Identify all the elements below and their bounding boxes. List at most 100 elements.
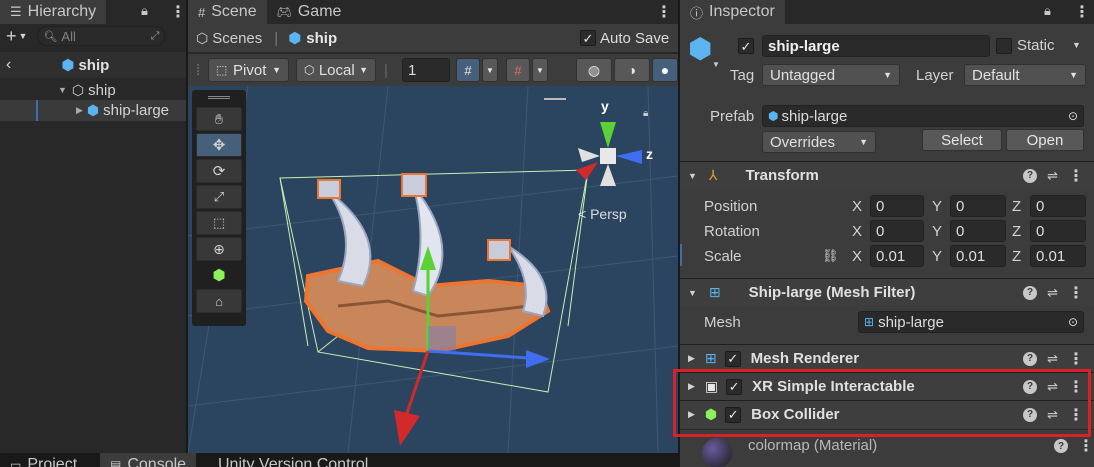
list-item[interactable]: ▶ ⬢ ship-large bbox=[0, 100, 186, 121]
hand-tool-button[interactable]: ✋︎ bbox=[196, 107, 242, 131]
position-y-input[interactable]: 0 bbox=[950, 195, 1006, 217]
unlit-button[interactable]: ● bbox=[652, 58, 678, 82]
increment-snap-dropdown[interactable]: ▼ bbox=[532, 58, 548, 82]
collider-tool-button[interactable]: ⬢ bbox=[196, 263, 242, 287]
component-menu-icon[interactable]: ⋮ bbox=[1068, 349, 1084, 369]
tag-dropdown[interactable]: Untagged ▼ bbox=[762, 64, 900, 86]
select-button[interactable]: Select bbox=[922, 129, 1002, 151]
list-item[interactable]: ▼ ⬡ ship bbox=[0, 80, 186, 100]
position-z-input[interactable]: 0 bbox=[1030, 195, 1086, 217]
mesh-asset-field[interactable]: ⊞ ship-large ⊙ bbox=[858, 311, 1084, 333]
breadcrumb-ship[interactable]: ship bbox=[306, 30, 337, 47]
increment-snap-button[interactable]: # bbox=[506, 58, 530, 82]
scale-icon: ⤢ bbox=[213, 189, 225, 204]
chevron-right-icon[interactable]: ▶ bbox=[76, 105, 83, 116]
lock-icon[interactable]: 🔒︎ bbox=[1044, 3, 1051, 19]
help-icon[interactable]: ? bbox=[1023, 379, 1038, 394]
rotation-z-input[interactable]: 0 bbox=[1030, 220, 1086, 242]
help-icon[interactable]: ? bbox=[1023, 407, 1038, 422]
mesh-renderer-component-header[interactable]: ▶ ⊞ ✓ Mesh Renderer ? ⇌ ⋮ bbox=[680, 344, 1094, 372]
transform-tool-button[interactable]: ⊕ bbox=[196, 237, 242, 261]
scene-menu-icon[interactable]: ⋮ bbox=[656, 2, 672, 22]
scale-x-input[interactable]: 0.01 bbox=[870, 245, 924, 267]
presets-icon[interactable]: ⇌ bbox=[1047, 285, 1058, 301]
tab-game[interactable]: 🎮︎ Game bbox=[267, 0, 352, 24]
lock-icon[interactable]: 🔒︎ bbox=[643, 108, 648, 119]
xr-interactable-enabled-checkbox[interactable]: ✓ bbox=[726, 378, 743, 395]
presets-icon[interactable]: ⇌ bbox=[1047, 168, 1058, 184]
tab-hierarchy[interactable]: ☰ Hierarchy bbox=[0, 0, 107, 24]
open-button[interactable]: Open bbox=[1006, 129, 1084, 151]
overlay-grip[interactable] bbox=[208, 96, 230, 99]
component-menu-icon[interactable]: ⋮ bbox=[1068, 283, 1084, 303]
move-tool-button[interactable]: ✥ bbox=[196, 133, 242, 157]
chevron-down-icon[interactable]: ▼ bbox=[1072, 40, 1081, 50]
wireframe-shading-button[interactable]: ◍ bbox=[576, 58, 612, 82]
mesh-filter-component-header[interactable]: ▼ ⊞ Ship-large (Mesh Filter) ? ⇌ ⋮ bbox=[680, 278, 1094, 306]
help-icon[interactable]: ? bbox=[1023, 351, 1038, 366]
rotation-x-input[interactable]: 0 bbox=[870, 220, 924, 242]
object-name-field[interactable]: ship-large bbox=[762, 35, 990, 57]
shaded-button[interactable]: ◑ bbox=[614, 58, 650, 82]
help-icon[interactable]: ? bbox=[1023, 285, 1038, 300]
box-collider-enabled-checkbox[interactable]: ✓ bbox=[725, 406, 742, 423]
presets-icon[interactable]: ⇌ bbox=[1047, 407, 1058, 423]
help-icon[interactable]: ? bbox=[1054, 439, 1068, 453]
material-menu-icon[interactable]: ⋮ bbox=[1078, 436, 1094, 456]
object-picker-icon[interactable]: ⊙ bbox=[1068, 109, 1078, 123]
chevron-down-icon[interactable]: ▼ bbox=[712, 60, 720, 69]
lock-icon[interactable]: 🔒︎ bbox=[141, 3, 148, 19]
breadcrumb-scenes[interactable]: Scenes bbox=[212, 30, 262, 47]
chevron-down-icon[interactable]: ▼ bbox=[58, 85, 67, 95]
breadcrumb: ⬡ Scenes | ⬢ ship ✓ Auto Save bbox=[188, 24, 678, 52]
overlay-grip[interactable] bbox=[544, 98, 566, 100]
xr-simple-interactable-component-header[interactable]: ▶ ▣ ✓ XR Simple Interactable ? ⇌ ⋮ bbox=[680, 372, 1094, 400]
scale-z-input[interactable]: 0.01 bbox=[1030, 245, 1086, 267]
auto-save-checkbox[interactable]: ✓ bbox=[580, 30, 596, 46]
component-menu-icon[interactable]: ⋮ bbox=[1068, 405, 1084, 425]
tab-scene[interactable]: # Scene bbox=[188, 0, 267, 24]
add-icon[interactable]: + bbox=[6, 26, 17, 47]
component-menu-icon[interactable]: ⋮ bbox=[1068, 377, 1084, 397]
prefab-asset-field[interactable]: ⬢ ship-large ⊙ bbox=[762, 105, 1084, 127]
static-checkbox[interactable] bbox=[996, 38, 1012, 54]
scale-y-input[interactable]: 0.01 bbox=[950, 245, 1006, 267]
scene-viewport[interactable]: y z < Persp 🔒︎ ✋︎ ✥ ⟳ ⤢ ⬚ ⊕ ⬢ ⌂ bbox=[188, 86, 678, 453]
help-icon[interactable]: ? bbox=[1023, 168, 1038, 183]
presets-icon[interactable]: ⇌ bbox=[1047, 379, 1058, 395]
tab-console[interactable]: ▤ Console bbox=[100, 453, 197, 467]
tab-inspector[interactable]: ⓘ Inspector bbox=[680, 0, 785, 24]
rotation-y-input[interactable]: 0 bbox=[950, 220, 1006, 242]
pivot-dropdown[interactable]: ⬚ Pivot ▼ bbox=[208, 58, 289, 82]
hierarchy-search-input[interactable]: 🔍︎ All ⤢ bbox=[37, 26, 166, 46]
presets-icon[interactable]: ⇌ bbox=[1047, 351, 1058, 367]
grid-snap-dropdown[interactable]: ▼ bbox=[482, 58, 498, 82]
position-x-input[interactable]: 0 bbox=[870, 195, 924, 217]
box-collider-component-header[interactable]: ▶ ⬢ ✓ Box Collider ? ⇌ ⋮ bbox=[680, 400, 1094, 428]
chevron-down-icon[interactable]: ▼ bbox=[19, 31, 28, 41]
inspector-menu-icon[interactable]: ⋮ bbox=[1074, 2, 1090, 22]
rotate-tool-button[interactable]: ⟳ bbox=[196, 159, 242, 183]
link-scale-icon[interactable]: ⛓︎ bbox=[822, 248, 839, 264]
transform-component-header[interactable]: ▼ ⅄ Transform ? ⇌ ⋮ bbox=[680, 161, 1094, 189]
component-menu-icon[interactable]: ⋮ bbox=[1068, 166, 1084, 186]
custom-tool-button[interactable]: ⌂ bbox=[196, 289, 242, 313]
rect-tool-button[interactable]: ⬚ bbox=[196, 211, 242, 235]
persp-label[interactable]: < Persp bbox=[578, 206, 627, 222]
mesh-label: Mesh bbox=[704, 314, 741, 331]
grid-size-input[interactable]: 1 bbox=[402, 58, 450, 82]
active-checkbox[interactable]: ✓ bbox=[738, 38, 754, 54]
search-icon: 🔍︎ bbox=[43, 30, 58, 43]
grid-snap-button[interactable]: # bbox=[456, 58, 480, 82]
tab-version-control[interactable]: Unity Version Control bbox=[208, 453, 378, 467]
mesh-renderer-enabled-checkbox[interactable]: ✓ bbox=[724, 350, 741, 367]
hierarchy-menu-icon[interactable]: ⋮ bbox=[170, 2, 186, 22]
layer-dropdown[interactable]: Default ▼ bbox=[964, 64, 1086, 86]
back-icon[interactable]: ‹ bbox=[6, 56, 11, 74]
search-options-icon[interactable]: ⤢ bbox=[151, 30, 160, 43]
object-picker-icon[interactable]: ⊙ bbox=[1068, 315, 1078, 329]
overrides-dropdown[interactable]: Overrides ▼ bbox=[762, 131, 876, 153]
tab-project[interactable]: ▭ Project bbox=[0, 453, 87, 467]
local-dropdown[interactable]: ⬡ Local ▼ bbox=[296, 58, 376, 82]
scale-tool-button[interactable]: ⤢ bbox=[196, 185, 242, 209]
